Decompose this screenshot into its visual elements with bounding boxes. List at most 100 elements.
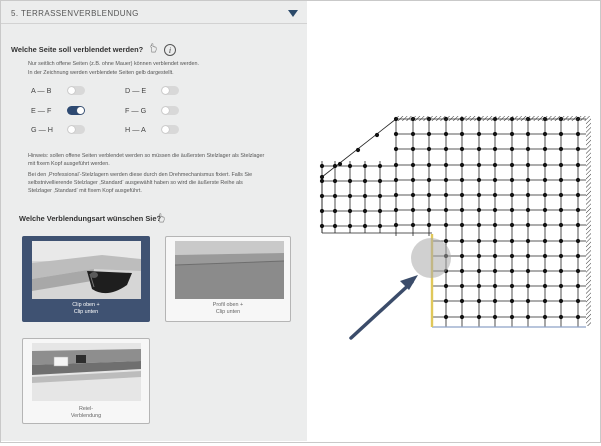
toggle-a-b[interactable] (67, 86, 85, 95)
pedestal-point (476, 131, 482, 137)
pedestal-point (347, 208, 353, 214)
pedestal-point (410, 222, 416, 228)
toggle-d-e[interactable] (161, 86, 179, 95)
option-reiel-verblendung[interactable]: Reiel- Verblendung (22, 338, 150, 424)
pedestal-point (459, 222, 465, 228)
pedestal-point (319, 223, 325, 229)
toggle-g-h[interactable] (67, 125, 85, 134)
pedestal-point (410, 146, 416, 152)
pedestal-point (492, 146, 498, 152)
pedestal-point (492, 283, 498, 289)
pedestal-point (410, 192, 416, 198)
side-note-1: Nur seitlich offene Seiten (z.B. ohne Ma… (28, 61, 200, 67)
terrace-plan-canvas[interactable] (308, 1, 599, 441)
pedestal-point (332, 163, 338, 169)
pedestal-point (362, 178, 368, 184)
pedestal-point (347, 223, 353, 229)
pedestal-point (509, 283, 515, 289)
pedestal-point (377, 208, 383, 214)
option-caption-line1: Reiel- (78, 406, 94, 412)
pedestal-point (558, 146, 564, 152)
pedestal-point (542, 146, 548, 152)
pedestal-point (459, 207, 465, 213)
pedestal-point (558, 177, 564, 183)
rail-product-image (32, 343, 141, 401)
clip-product-image (32, 241, 141, 299)
side-label-e-f: E — F (31, 106, 52, 115)
pedestal-point (575, 207, 581, 213)
pedestal-point (443, 207, 449, 213)
pedestal-point (509, 253, 515, 259)
hand-pointer-icon[interactable] (149, 43, 158, 53)
toggle-knob (162, 107, 169, 114)
toggle-e-f[interactable] (67, 106, 85, 115)
section-header[interactable]: 5. TERRASSENVERBLENDUNG (1, 1, 307, 24)
option-caption-line2: Clip unten (73, 309, 99, 315)
pedestal-point (476, 314, 482, 320)
pedestal-point (459, 146, 465, 152)
hand-pointer-icon[interactable] (157, 213, 166, 223)
pedestal-point (476, 222, 482, 228)
pedestal-point (525, 146, 531, 152)
pedestal-point (558, 253, 564, 259)
profile-product-image (175, 241, 284, 299)
pedestal-point (509, 192, 515, 198)
pedestal-point (525, 268, 531, 274)
pedestal-point (558, 222, 564, 228)
pedestal-point (362, 163, 368, 169)
pedestal-point (509, 177, 515, 183)
pedestal-point (542, 253, 548, 259)
pedestal-point (492, 192, 498, 198)
toggle-h-a[interactable] (161, 125, 179, 134)
pedestal-point (558, 298, 564, 304)
pedestal-point (410, 177, 416, 183)
option-clip-oben-clip-unten[interactable]: Clip oben + Clip unten (22, 236, 150, 322)
side-note-2: In der Zeichnung werden verblendete Seit… (28, 70, 174, 76)
pedestal-point (542, 192, 548, 198)
pedestal-point (509, 314, 515, 320)
pedestal-point (509, 162, 515, 168)
grid-line (321, 118, 397, 178)
pedestal-point (347, 178, 353, 184)
pedestal-point (542, 298, 548, 304)
terrace-plan-drawing (319, 116, 591, 340)
pedestal-point (492, 177, 498, 183)
pedestal-point (443, 298, 449, 304)
pedestal-point (459, 283, 465, 289)
pedestal-point (558, 238, 564, 244)
pedestal-point (525, 162, 531, 168)
pedestal-point (426, 162, 432, 168)
pedestal-point (443, 314, 449, 320)
pedestal-point (492, 131, 498, 137)
pedestal-point (575, 192, 581, 198)
toggle-f-g[interactable] (161, 106, 179, 115)
option-profil-oben-clip-unten[interactable]: Profil oben + Clip unten (165, 236, 291, 322)
pedestal-point (558, 314, 564, 320)
pedestal-point (476, 177, 482, 183)
pedestal-point (393, 207, 399, 213)
pedestal-point (492, 298, 498, 304)
pedestal-point (459, 253, 465, 259)
toggle-knob (68, 126, 75, 133)
pedestal-point (575, 298, 581, 304)
pedestal-point (525, 207, 531, 213)
toggle-knob (162, 87, 169, 94)
pedestal-point (558, 131, 564, 137)
side-label-d-e: D — E (125, 86, 147, 95)
pedestal-point (558, 268, 564, 274)
pedestal-point (492, 238, 498, 244)
wall-right (586, 116, 591, 326)
pedestal-point (525, 314, 531, 320)
pedestal-point (426, 192, 432, 198)
pedestal-point (337, 161, 343, 167)
side-label-f-g: F — G (125, 106, 147, 115)
pedestal-point (443, 162, 449, 168)
pedestal-point (542, 162, 548, 168)
info-icon[interactable]: i (164, 44, 176, 56)
pedestal-point (319, 193, 325, 199)
pedestal-point (443, 192, 449, 198)
option-caption-line2: Clip unten (215, 309, 241, 315)
pedestal-point (319, 163, 325, 169)
pedestal-point (476, 268, 482, 274)
collapse-triangle-icon[interactable] (288, 10, 298, 17)
